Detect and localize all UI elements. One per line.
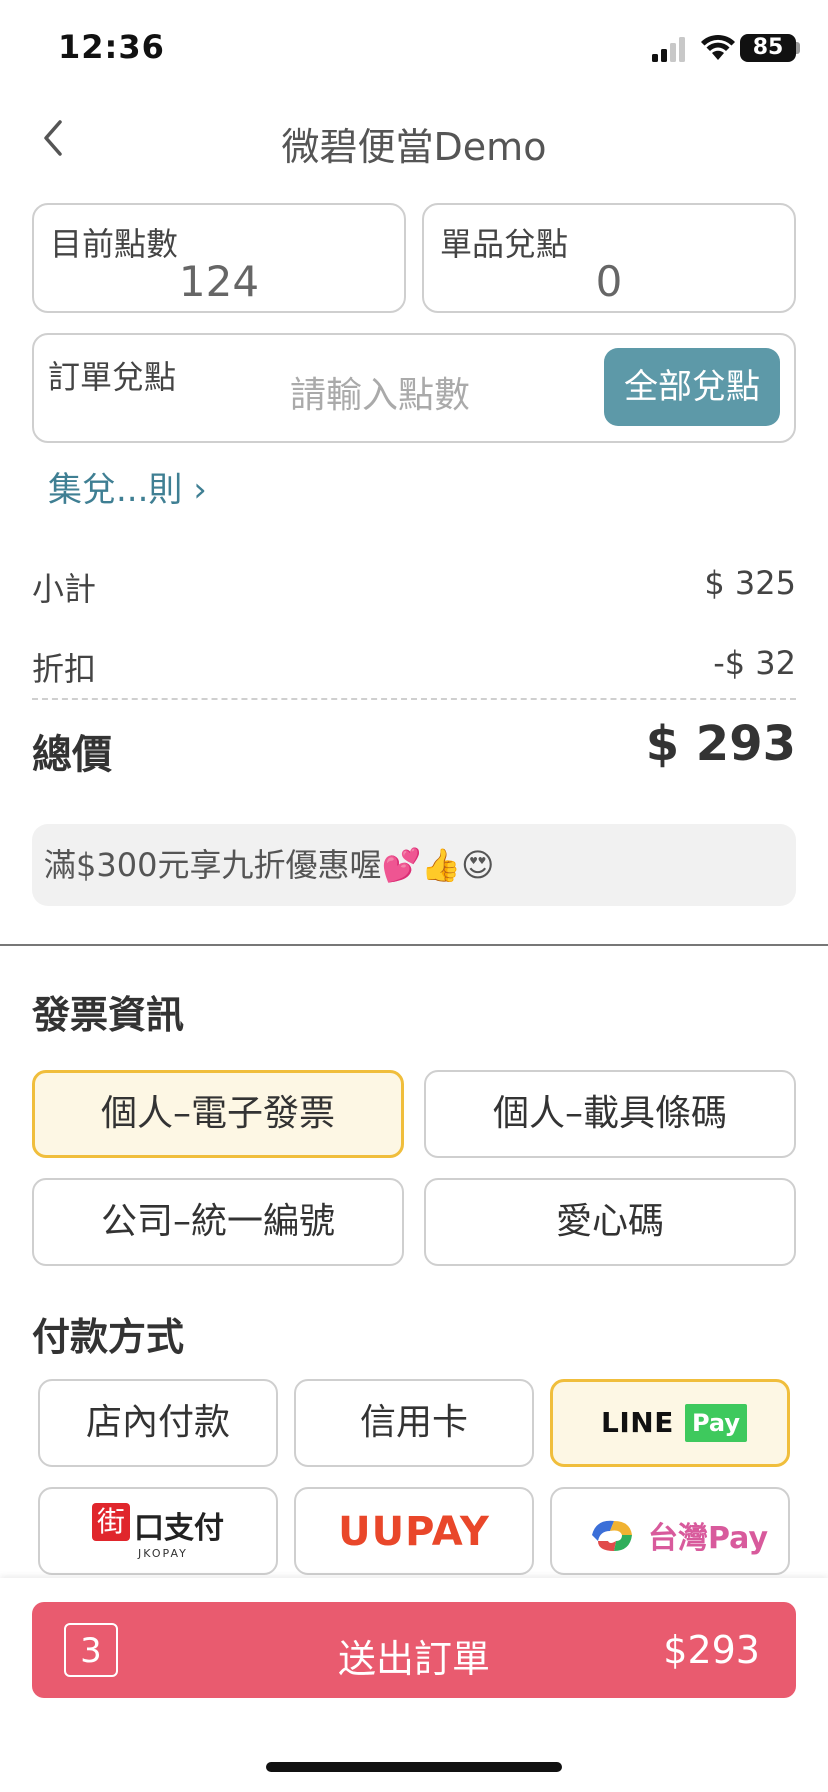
section-divider <box>0 944 828 946</box>
jkopay-logo: 街 口支付 JKOPAY <box>92 1501 232 1565</box>
invoice-option-personal-einvoice[interactable]: 個人–電子發票 <box>32 1070 404 1158</box>
redeem-all-button[interactable]: 全部兌點 <box>604 348 780 426</box>
invoice-option-company-taxid[interactable]: 公司–統一編號 <box>32 1178 404 1266</box>
linepay-line-text: LINE <box>601 1406 674 1439</box>
item-redeem-value: 0 <box>595 257 623 306</box>
payment-option-linepay[interactable]: LINE Pay <box>550 1379 790 1467</box>
payment-option-taiwanpay[interactable]: 台灣Pay <box>550 1487 790 1575</box>
summary-divider <box>32 698 796 700</box>
payment-option-uupay[interactable]: UUPAY <box>294 1487 534 1575</box>
payment-option-jkopay[interactable]: 街 口支付 JKOPAY <box>38 1487 278 1575</box>
taiwanpay-logo-icon <box>592 1520 632 1551</box>
current-points-box: 目前點數 124 <box>32 203 406 313</box>
points-rules-link[interactable]: 集兌...則 › <box>48 462 207 511</box>
item-redeem-box: 單品兌點 0 <box>422 203 796 313</box>
order-redeem-label: 訂單兌點 <box>48 358 177 396</box>
page-title: 微碧便當Demo <box>281 125 547 169</box>
payment-section-title: 付款方式 <box>32 1315 185 1359</box>
current-points-value: 124 <box>178 257 260 306</box>
linepay-logo: LINE Pay <box>601 1404 751 1444</box>
jkopay-sub-text: JKOPAY <box>138 1547 188 1560</box>
promo-banner: 滿$300元享九折優惠喔💕👍😍 <box>32 824 796 906</box>
taiwanpay-text: 台灣Pay <box>648 1521 769 1556</box>
home-indicator <box>266 1762 562 1772</box>
status-time: 12:36 <box>58 28 165 66</box>
discount-value: -$ 32 <box>713 644 796 682</box>
jkopay-jie-badge: 街 <box>92 1503 130 1541</box>
subtotal-label: 小計 <box>32 570 97 608</box>
payment-option-credit-card[interactable]: 信用卡 <box>294 1379 534 1467</box>
battery-nub <box>796 42 800 54</box>
order-points-input[interactable]: 請輸入點數 <box>290 366 470 418</box>
subtotal-value: $ 325 <box>704 564 796 602</box>
wifi-icon <box>701 34 735 60</box>
discount-label: 折扣 <box>32 650 97 688</box>
invoice-option-personal-carrier[interactable]: 個人–載具條碼 <box>424 1070 796 1158</box>
submit-order-price: $293 <box>663 1628 760 1672</box>
battery-indicator: 85 <box>740 34 796 62</box>
invoice-section-title: 發票資訊 <box>32 993 185 1037</box>
jkopay-kou-text: 口支付 <box>134 1511 224 1546</box>
payment-option-in-store[interactable]: 店內付款 <box>38 1379 278 1467</box>
linepay-pay-badge: Pay <box>685 1404 747 1442</box>
total-label: 總價 <box>32 732 112 778</box>
invoice-option-donation-code[interactable]: 愛心碼 <box>424 1178 796 1266</box>
uupay-logo: UUPAY <box>338 1509 490 1555</box>
total-value: $ 293 <box>645 716 796 772</box>
cellular-signal-icon <box>652 37 685 62</box>
